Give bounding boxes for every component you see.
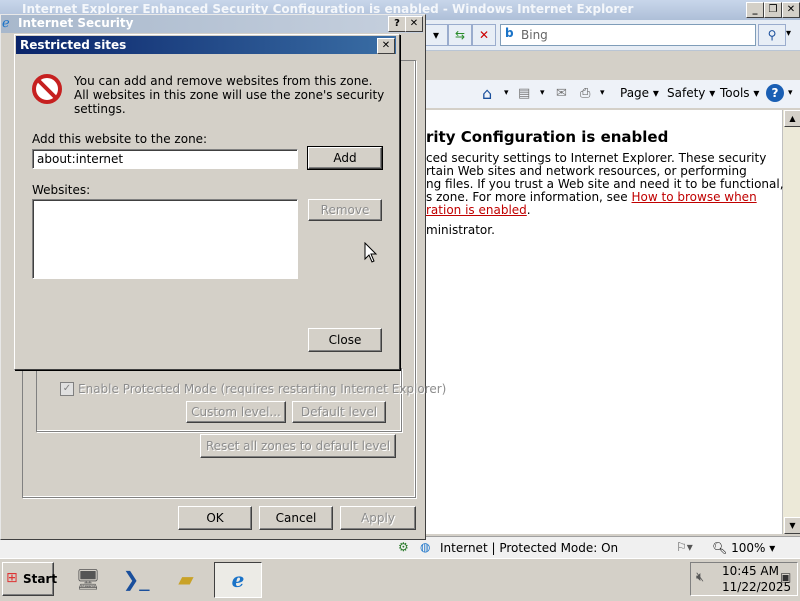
page-menu[interactable]: Page ▾ bbox=[620, 86, 659, 100]
help-dropdown-icon[interactable]: ▾ bbox=[788, 88, 793, 98]
cancel-button[interactable]: Cancel bbox=[259, 506, 333, 530]
powershell-icon[interactable]: ❯_ bbox=[116, 562, 156, 596]
restore-button[interactable]: ❐ bbox=[764, 2, 782, 18]
mouse-cursor-icon bbox=[364, 241, 378, 267]
protected-mode-icon[interactable]: ⚐▾ bbox=[676, 540, 693, 554]
internet-security-title-bar: Internet Security bbox=[1, 15, 423, 33]
search-input[interactable]: b Bing bbox=[500, 24, 756, 46]
apply-button[interactable]: Apply bbox=[340, 506, 416, 530]
remove-button[interactable]: Remove bbox=[308, 199, 382, 221]
security-status-icon: ⚙ bbox=[398, 540, 409, 554]
globe-icon: ◍ bbox=[420, 540, 431, 554]
add-website-input[interactable]: about:internet bbox=[32, 149, 298, 169]
tools-menu[interactable]: Tools ▾ bbox=[720, 86, 759, 100]
search-options-icon[interactable]: ▾ bbox=[786, 28, 791, 39]
network-icon[interactable]: ▣ bbox=[780, 570, 791, 584]
restricted-sites-info: You can add and remove websites from thi… bbox=[74, 74, 385, 116]
print-icon[interactable]: ⎙ bbox=[580, 86, 590, 101]
scroll-down-icon[interactable]: ▼ bbox=[784, 517, 800, 534]
start-button[interactable]: ⊞ Start bbox=[2, 562, 57, 596]
search-placeholder: Bing bbox=[521, 28, 548, 42]
home-icon[interactable]: ⌂ bbox=[482, 84, 492, 103]
internet-security-close-button[interactable]: ✕ bbox=[405, 16, 423, 32]
search-icon[interactable]: ⚲ bbox=[758, 24, 786, 46]
zoom-level[interactable]: 🔍︎ 100% ▾ bbox=[712, 541, 775, 555]
ok-button[interactable]: OK bbox=[178, 506, 252, 530]
restricted-sites-title-bar: Restricted sites bbox=[16, 36, 396, 54]
volume-muted-icon[interactable]: 🔇︎ bbox=[696, 570, 704, 585]
feeds-icon[interactable]: ▤ bbox=[518, 86, 530, 101]
browse-help-link-cont[interactable]: ration is enabled bbox=[426, 203, 527, 217]
print-dropdown-icon[interactable]: ▾ bbox=[600, 88, 605, 98]
websites-list[interactable] bbox=[32, 199, 298, 279]
close-window-button[interactable]: ✕ bbox=[782, 2, 800, 18]
websites-label: Websites: bbox=[32, 183, 91, 197]
internet-explorer-taskbar-icon[interactable]: ℯ bbox=[214, 562, 262, 598]
scroll-up-icon[interactable]: ▲ bbox=[784, 110, 800, 127]
reset-all-zones-button[interactable]: Reset all zones to default level bbox=[200, 434, 396, 458]
mail-icon[interactable]: ✉ bbox=[556, 86, 567, 101]
bing-icon: b bbox=[505, 26, 514, 40]
browse-help-link[interactable]: How to browse when bbox=[632, 190, 757, 204]
help-icon[interactable]: ? bbox=[766, 84, 784, 102]
restricted-sign-icon bbox=[32, 74, 62, 104]
address-dropdown-icon[interactable]: ▾ bbox=[424, 24, 448, 46]
refresh-icon[interactable]: ⇆ bbox=[448, 24, 472, 46]
minimize-button[interactable]: _ bbox=[746, 2, 764, 18]
close-button[interactable]: Close bbox=[308, 328, 382, 352]
protected-mode-checkbox[interactable]: ✓ bbox=[60, 382, 74, 396]
internet-security-title: Internet Security bbox=[18, 16, 134, 30]
windows-logo-icon: ⊞ bbox=[6, 570, 18, 586]
explorer-folder-icon[interactable]: ▰ bbox=[166, 562, 206, 596]
feeds-dropdown-icon[interactable]: ▾ bbox=[540, 88, 545, 98]
default-level-button[interactable]: Default level bbox=[292, 401, 386, 423]
restricted-sites-title: Restricted sites bbox=[20, 38, 127, 52]
zone-status: Internet | Protected Mode: On bbox=[440, 541, 619, 555]
stop-icon[interactable]: ✕ bbox=[472, 24, 496, 46]
add-website-label: Add this website to the zone: bbox=[32, 132, 208, 146]
internet-security-help-button[interactable]: ? bbox=[388, 16, 406, 32]
clock-time[interactable]: 10:45 AM bbox=[722, 564, 779, 578]
server-manager-icon[interactable]: 🖥︎ bbox=[68, 562, 108, 596]
add-button[interactable]: Add bbox=[307, 146, 383, 170]
protected-mode-label: Enable Protected Mode (requires restarti… bbox=[78, 382, 447, 396]
restricted-sites-close-button[interactable]: ✕ bbox=[377, 38, 395, 54]
custom-level-button[interactable]: Custom level... bbox=[186, 401, 286, 423]
page-heading: rity Configuration is enabled bbox=[426, 128, 669, 146]
ie-logo-icon: ℯ bbox=[2, 16, 10, 31]
home-dropdown-icon[interactable]: ▾ bbox=[504, 88, 509, 98]
page-body-text: ced security settings to Internet Explor… bbox=[426, 151, 784, 237]
ie-vertical-scrollbar[interactable]: ▲ ▼ bbox=[782, 110, 800, 534]
safety-menu[interactable]: Safety ▾ bbox=[667, 86, 715, 100]
